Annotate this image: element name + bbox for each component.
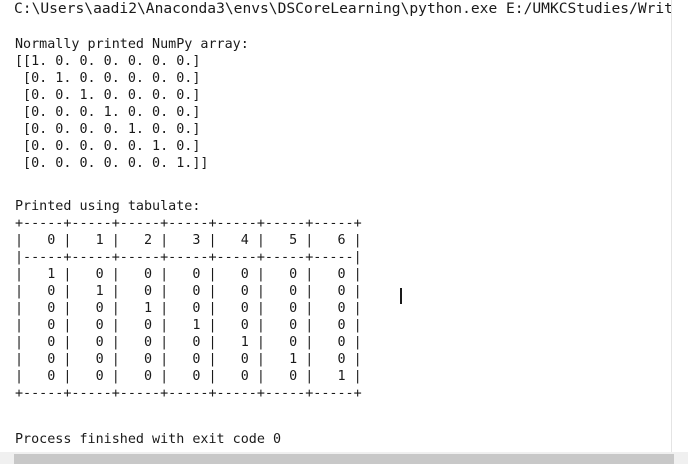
table-header-row: | 0 | 1 | 2 | 3 | 4 | 5 | 6 |	[15, 233, 362, 248]
numpy-row: [[1. 0. 0. 0. 0. 0. 0.]	[15, 54, 201, 69]
table-row: | 1 | 0 | 0 | 0 | 0 | 0 | 0 |	[15, 267, 362, 282]
numpy-row: [0. 1. 0. 0. 0. 0. 0.]	[15, 71, 201, 86]
command-line: C:\Users\aadi2\Anaconda3\envs\DSCoreLear…	[14, 0, 672, 17]
tabulate-header: Printed using tabulate:	[15, 199, 201, 214]
numpy-row: [0. 0. 0. 0. 0. 1. 0.]	[15, 139, 201, 154]
text-cursor	[400, 288, 402, 304]
table-border-top: +-----+-----+-----+-----+-----+-----+---…	[15, 216, 362, 231]
table-border-bottom: +-----+-----+-----+-----+-----+-----+---…	[15, 386, 362, 401]
table-row: | 0 | 0 | 0 | 0 | 0 | 1 | 0 |	[15, 352, 362, 367]
table-row: | 0 | 0 | 0 | 0 | 1 | 0 | 0 |	[15, 335, 362, 350]
numpy-row: [0. 0. 0. 1. 0. 0. 0.]	[15, 105, 201, 120]
table-row: | 0 | 0 | 1 | 0 | 0 | 0 | 0 |	[15, 301, 362, 316]
numpy-row: [0. 0. 0. 0. 1. 0. 0.]	[15, 122, 201, 137]
horizontal-scrollbar-thumb[interactable]	[14, 454, 674, 464]
vertical-scrollbar[interactable]	[671, 0, 688, 452]
table-header-separator: |-----+-----+-----+-----+-----+-----+---…	[15, 250, 362, 265]
numpy-row: [0. 0. 1. 0. 0. 0. 0.]	[15, 88, 201, 103]
horizontal-scrollbar[interactable]	[0, 452, 688, 464]
table-row: | 0 | 0 | 0 | 1 | 0 | 0 | 0 |	[15, 318, 362, 333]
table-row: | 0 | 1 | 0 | 0 | 0 | 0 | 0 |	[15, 284, 362, 299]
exit-message: Process finished with exit code 0	[15, 432, 282, 447]
table-row: | 0 | 0 | 0 | 0 | 0 | 0 | 1 |	[15, 369, 362, 384]
numpy-row: [0. 0. 0. 0. 0. 0. 1.]]	[15, 156, 209, 171]
run-console-output[interactable]: C:\Users\aadi2\Anaconda3\envs\DSCoreLear…	[0, 0, 672, 452]
numpy-header: Normally printed NumPy array:	[15, 37, 249, 52]
